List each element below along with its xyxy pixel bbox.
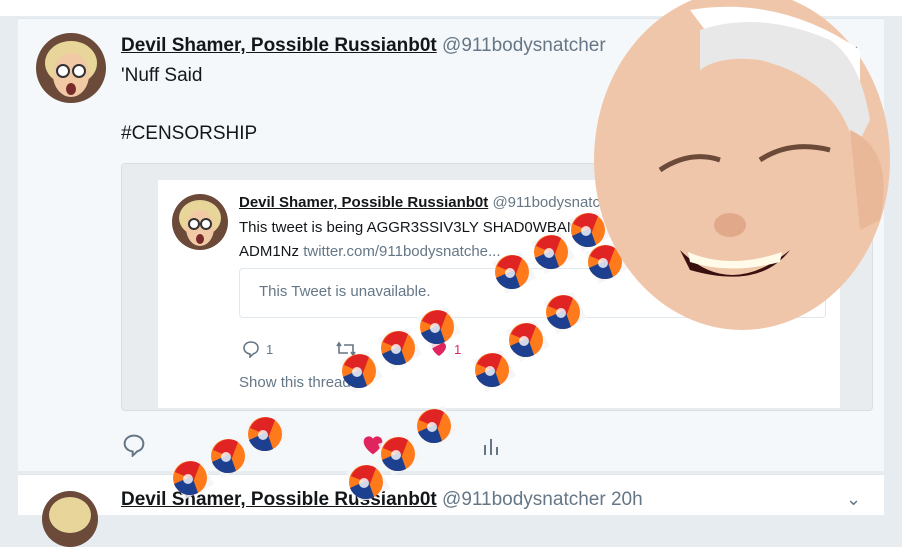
quoted-tweet[interactable]: Devil Shamer, Possible Russianb0t @911bo… (121, 163, 873, 411)
quoted-link[interactable]: twitter.com/911bodysnatche... (303, 243, 500, 260)
quoted-like-button[interactable]: 1 (430, 340, 461, 358)
retweet-icon (336, 341, 356, 357)
next-avatar[interactable] (42, 491, 98, 547)
analytics-button[interactable] (482, 435, 500, 463)
quoted-like-count: 1 (454, 341, 462, 357)
author-name[interactable]: Devil Shamer, Possible Russianb0t (121, 35, 437, 56)
author-handle[interactable]: @911bodysnatcher (442, 35, 606, 56)
quoted-tweet-body: Devil Shamer, Possible Russianb0t @911bo… (158, 180, 840, 408)
quoted-reply-button[interactable]: 1 (242, 340, 273, 358)
heart-icon (363, 436, 383, 455)
reply-icon (123, 434, 145, 458)
next-tweet-card[interactable]: Devil Shamer, Possible Russianb0t @911bo… (18, 474, 884, 547)
quoted-text-line1: This tweet is being AGGR3SSIV3LY SHAD0WB… (239, 219, 602, 236)
tweet-card[interactable]: Devil Shamer, Possible Russianb0t @911bo… (18, 18, 884, 471)
quoted-reply-count: 1 (266, 341, 274, 357)
top-bar (0, 0, 902, 16)
tweet-hashtag[interactable]: #CENSORSHIP (121, 123, 257, 145)
quoted-avatar[interactable] (172, 194, 228, 250)
like-button[interactable] (360, 433, 386, 463)
unavailable-text: This Tweet is unavailable. (259, 283, 431, 300)
next-tweet-header: Devil Shamer, Possible Russianb0t @911bo… (121, 489, 643, 511)
heart-icon (432, 342, 446, 356)
reply-icon (243, 341, 259, 358)
avatar[interactable] (36, 33, 106, 103)
quoted-retweet-button[interactable] (335, 340, 357, 358)
quoted-text-prefix: ADM1Nz (239, 243, 300, 260)
reply-button[interactable] (122, 433, 146, 463)
unavailable-tweet-box: This Tweet is unavailable. (239, 268, 826, 318)
show-thread-link[interactable]: Show this thread (239, 374, 351, 391)
tweet-header: Devil Shamer, Possible Russianb0t @911bo… (121, 35, 606, 57)
quoted-author-handle[interactable]: @911bodysnatcher (492, 194, 621, 211)
quoted-text-line2: ADM1Nz twitter.com/911bodysnatche... (239, 243, 501, 260)
quoted-header: Devil Shamer, Possible Russianb0t @911bo… (239, 194, 622, 211)
analytics-icon (484, 439, 498, 455)
tweet-text-line1: 'Nuff Said (121, 65, 203, 86)
quoted-author-name[interactable]: Devil Shamer, Possible Russianb0t (239, 194, 488, 211)
chevron-down-icon[interactable]: ⌄ (846, 35, 861, 56)
